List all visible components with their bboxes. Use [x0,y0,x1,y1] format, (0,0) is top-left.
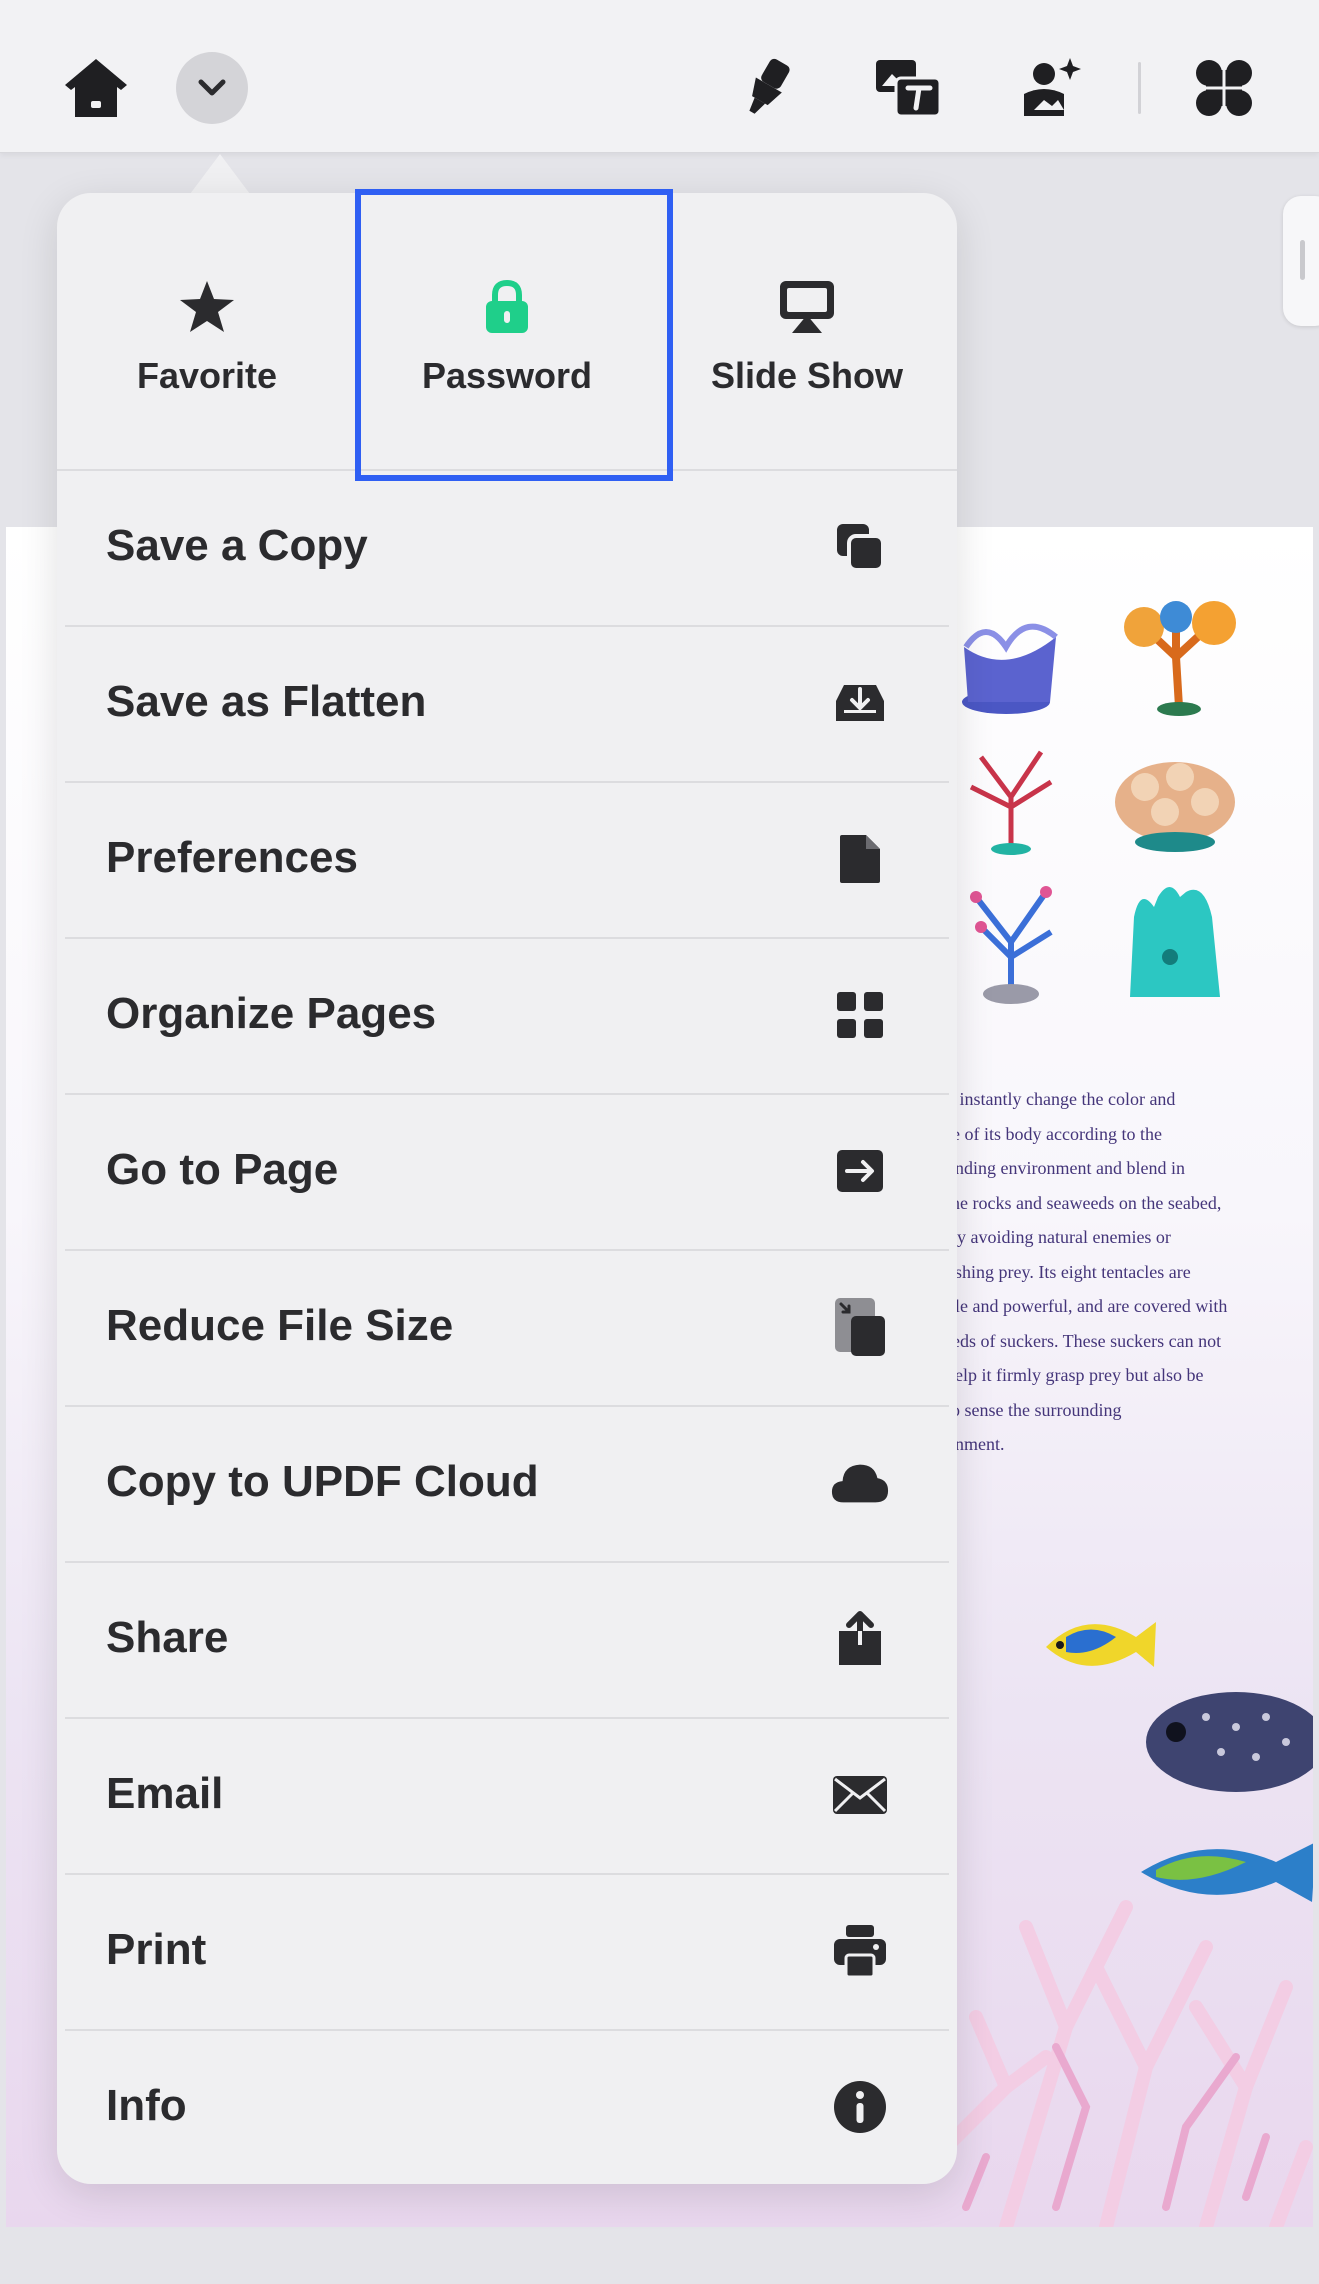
document-text-line: rly avoiding natural enemies or [946,1227,1171,1247]
document-text-line: ushing prey. Its eight tentacles are [946,1261,1191,1282]
coral-illustration [1115,762,1235,852]
document-text-line: re of its body according to the [946,1123,1162,1144]
edit-text-image-icon [876,60,942,118]
copy-icon [837,524,885,572]
cloud-icon [831,1464,889,1503]
favorite-label: Favorite [136,355,278,396]
coral-illustration [1130,887,1220,997]
menu-item-go-to-page[interactable]: Go to Page [57,1095,957,1251]
password-button[interactable]: Password [357,193,657,469]
coral-illustration [970,886,1053,1004]
menu-item-label: Share [106,1613,229,1662]
menu-item-copy-to-updf-cloud[interactable]: Copy to UPDF Cloud [57,1407,957,1563]
menu-item-label: Preferences [106,833,358,882]
document-paragraph: n instantly change the color and re of i… [946,1082,1276,1462]
slideshow-icon [780,281,834,333]
envelope-icon [833,1776,887,1814]
menu-item-label: Reduce File Size [106,1301,454,1350]
document-text-line: the rocks and seaweeds on the seabed, [946,1192,1222,1213]
ai-image-button[interactable] [1010,46,1094,130]
lock-icon [486,279,528,333]
menu-item-label: Save a Copy [106,521,368,570]
menu-item-preferences[interactable]: Preferences [57,783,957,939]
home-button[interactable] [54,46,138,130]
slide-show-button[interactable]: Slide Show [657,193,957,469]
top-toolbar [0,0,1319,153]
password-label: Password [421,355,593,396]
coral-illustration [1124,601,1236,716]
share-icon [839,1611,881,1665]
document-text-line: reds of suckers. These suckers can not [946,1330,1222,1351]
menu-item-label: Email [106,1769,224,1818]
menu-item-reduce-file-size[interactable]: Reduce File Size [57,1251,957,1407]
document-icon [840,835,880,883]
menu-top-actions: Favorite Password Slide Show [57,193,957,471]
apps-grid-icon [1196,60,1252,116]
compress-file-icon [835,1298,885,1356]
menu-item-save-a-copy[interactable]: Save a Copy [57,471,957,627]
info-icon [834,2081,886,2133]
more-menu-button[interactable] [170,46,254,130]
menu-item-info[interactable]: Info [57,2031,957,2187]
more-menu-popover: Favorite Password Slide Show Save a Copy… [57,193,957,2184]
favorite-button[interactable]: Favorite [57,193,357,469]
menu-item-label: Copy to UPDF Cloud [106,1457,539,1506]
menu-item-label: Go to Page [106,1145,339,1194]
arrow-right-box-icon [837,1150,883,1192]
side-panel-handle[interactable] [1283,196,1319,326]
tray-download-icon [836,685,884,721]
grid-icon [837,992,883,1038]
document-text-line: unding environment and blend in [946,1158,1185,1178]
edit-image-sparkle-icon [1024,58,1081,116]
coral-illustration [969,750,1053,855]
highlighter-icon [749,58,790,114]
document-text-line: to sense the surrounding [946,1399,1122,1420]
chevron-down-icon [198,79,226,96]
highlighter-button[interactable] [724,46,808,130]
menu-item-email[interactable]: Email [57,1719,957,1875]
menu-item-organize-pages[interactable]: Organize Pages [57,939,957,1095]
menu-item-print[interactable]: Print [57,1875,957,2031]
document-text-line: n instantly change the color and [946,1089,1176,1109]
menu-item-label: Save as Flatten [106,677,427,726]
menu-list: Save a Copy Save as Flatten Preferences … [57,471,957,2187]
popover-arrow [190,154,250,194]
document-text-line: ble and powerful, and are covered with [946,1296,1228,1316]
toolbar-divider [1138,62,1141,114]
coral-reef-illustration [946,1900,1313,2227]
menu-item-save-as-flatten[interactable]: Save as Flatten [57,627,957,783]
home-icon [65,59,127,117]
star-icon [180,281,234,332]
document-text-line: onment. [946,1434,1005,1454]
menu-item-label: Print [106,1925,207,1974]
menu-item-label: Organize Pages [106,989,437,1038]
slide-show-label: Slide Show [710,355,904,396]
menu-item-label: Info [106,2081,187,2130]
coral-illustration [962,623,1058,714]
apps-button[interactable] [1182,46,1266,130]
menu-item-share[interactable]: Share [57,1563,957,1719]
fish-illustration [1046,1622,1156,1667]
printer-icon [834,1925,886,1979]
document-text-line: help it firmly grasp prey but also be [946,1365,1204,1385]
edit-text-image-button[interactable] [866,46,950,130]
